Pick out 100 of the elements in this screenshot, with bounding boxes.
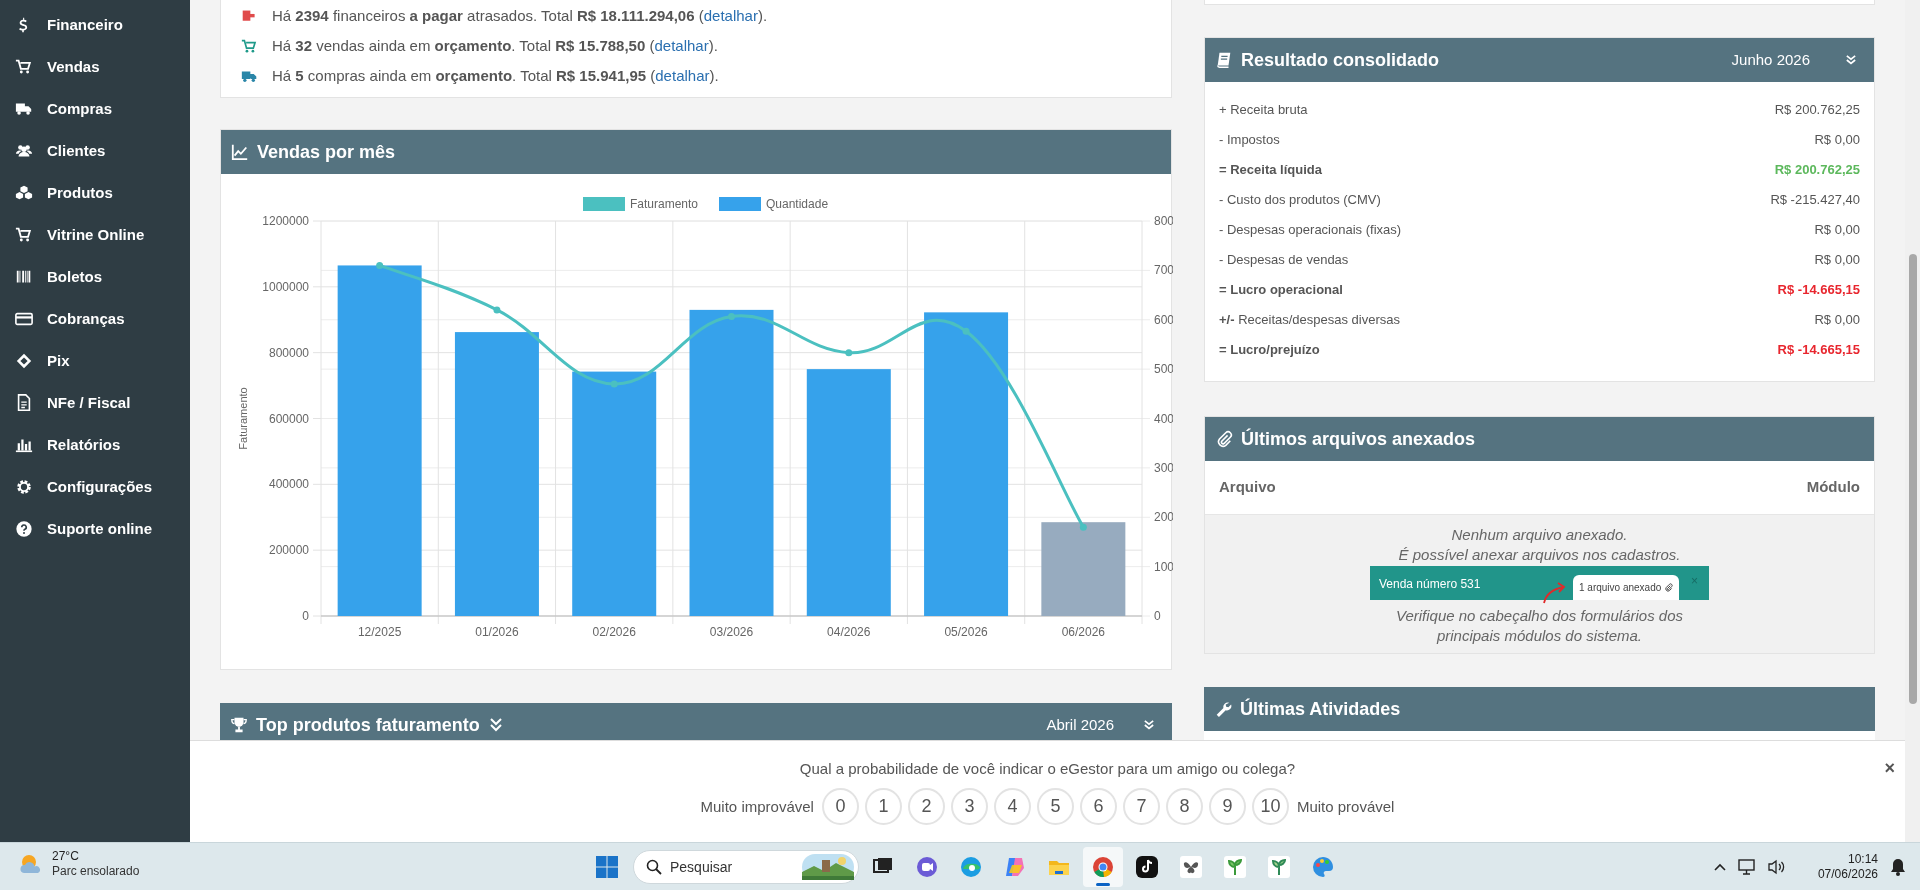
search-field[interactable]: Pesquisar [670, 856, 794, 878]
survey-question: Qual a probabilidade de você indicar o eGestor para um amigo ou colega? [799, 758, 1296, 779]
score-button[interactable]: 1 [864, 788, 902, 826]
sidebar-item[interactable]: Boletos [0, 256, 190, 298]
score-button[interactable]: 6 [1079, 788, 1117, 826]
score-button[interactable]: 2 [907, 788, 945, 826]
legend-swatch [719, 197, 761, 211]
close-button[interactable]: × [1884, 755, 1895, 782]
search-bar[interactable]: Pesquisar [633, 850, 859, 884]
axis-tick-label: 05/2026 [944, 625, 988, 639]
trophy-icon [230, 716, 248, 734]
clock-time[interactable]: 10:14 [1847, 852, 1878, 867]
result-value: R$ -14.665,15 [1777, 281, 1860, 300]
book-icon [1215, 51, 1233, 69]
sidebar-item[interactable]: Configurações [0, 466, 190, 508]
sidebar-item[interactable]: Cobranças [0, 298, 190, 340]
result-label: = Lucro/prejuízo [1219, 341, 1320, 360]
browser-icon [959, 855, 983, 879]
cart-icon [15, 58, 33, 76]
document-icon [15, 394, 33, 412]
hint-text: principais módulos do sistema. [1436, 626, 1643, 646]
panel-title: Resultado consolidado [1241, 48, 1440, 72]
score-button[interactable]: 4 [993, 788, 1031, 826]
sidebar-item[interactable]: Suporte online [0, 508, 190, 550]
column-header: Arquivo [1219, 477, 1276, 498]
axis-tick-label: 500 [1154, 362, 1173, 377]
score-button[interactable]: 0 [821, 788, 859, 826]
scale-label: Muito provável [1296, 796, 1395, 817]
palette-icon [1311, 855, 1335, 879]
column-header: Módulo [1806, 477, 1860, 498]
axis-tick-label: 200000 [268, 543, 309, 558]
panel-title: Vendas por mês [257, 140, 396, 164]
period-label: Abril 2026 [1046, 714, 1114, 735]
detail-link[interactable]: detalhar [703, 6, 758, 24]
axis-tick-label: 06/2026 [1061, 625, 1106, 639]
score-button[interactable]: 5 [1036, 788, 1074, 826]
axis-tick-label: 800 [1154, 214, 1173, 228]
axis-tick-label: 0 [1154, 609, 1161, 623]
help-icon [15, 520, 33, 538]
score-button[interactable]: 7 [1122, 788, 1160, 826]
attachment-tab[interactable]: 1 arquivo anexado [1573, 575, 1680, 600]
sidebar-item[interactable]: Vendas [0, 46, 190, 88]
alert-message: Há 2394 financeiros a pagar atrasados. Total R$ 18.111.294,06 (detalhar). [272, 5, 768, 26]
score-button[interactable]: 10 [1251, 788, 1289, 826]
sidebar-item[interactable]: Compras [0, 88, 190, 130]
monitor-icon[interactable] [1737, 859, 1756, 875]
sidebar-item[interactable]: Financeiro [0, 4, 190, 46]
axis-tick-label: 200 [1154, 510, 1173, 525]
axis-tick-label: 0 [302, 609, 309, 623]
panel-title: Últimas Atividades [1240, 697, 1401, 721]
result-label: +/- Receitas/despesas diversas [1219, 311, 1401, 330]
empty-message: Nenhum arquivo anexado. [1451, 525, 1628, 545]
detail-link[interactable]: detalhar [655, 66, 710, 84]
axis-tick-label: 1200000 [262, 214, 309, 228]
sidebar-item[interactable]: NFe / Fiscal [0, 382, 190, 424]
clock-date[interactable]: 07/06/2026 [1817, 867, 1878, 882]
data-point [610, 380, 618, 388]
result-label: - Despesas operacionais (fixas) [1219, 221, 1402, 240]
sidebar-item[interactable]: Produtos [0, 172, 190, 214]
chevron-up-icon[interactable] [1713, 863, 1726, 871]
paperclip-icon [1215, 430, 1233, 448]
chevron-down-icon[interactable] [1846, 55, 1856, 65]
legend-label: Faturamento [630, 197, 699, 211]
result-label: - Impostos [1219, 131, 1280, 150]
axis-tick-label: 01/2026 [475, 625, 519, 639]
axis-tick-label: 02/2026 [592, 625, 636, 639]
score-button[interactable]: 3 [950, 788, 988, 826]
score-button[interactable]: 9 [1208, 788, 1246, 826]
plant-icon [1267, 855, 1291, 879]
cart-icon [15, 226, 33, 244]
sidebar-item[interactable]: Vitrine Online [0, 214, 190, 256]
browser-icon [1091, 855, 1115, 879]
axis-tick-label: 100 [1154, 559, 1173, 574]
result-value: R$ 0,00 [1814, 221, 1860, 240]
speaker-icon[interactable] [1767, 859, 1786, 875]
chevron-down-icon[interactable] [1144, 720, 1154, 730]
credit-card-icon [15, 310, 33, 328]
axis-tick-label: 400 [1154, 411, 1173, 426]
sidebar-item[interactable]: Pix [0, 340, 190, 382]
weather-text: Parc ensolarado [52, 864, 140, 879]
detail-link[interactable]: detalhar [654, 36, 709, 54]
plant-icon [1223, 855, 1247, 879]
bell-icon[interactable] [1890, 858, 1906, 876]
empty-message: É possível anexar arquivos nos cadastros. [1398, 545, 1681, 565]
result-value: R$ 200.762,25 [1774, 101, 1860, 120]
sidebar-item[interactable]: Clientes [0, 130, 190, 172]
alert-message: Há 5 compras ainda em orçamento. Total R$ 15.941,95 (detalhar). [272, 65, 719, 86]
score-button[interactable]: 8 [1165, 788, 1203, 826]
scale-label: Muito improvável [700, 796, 814, 817]
result-label: = Lucro operacional [1219, 281, 1343, 300]
data-point [728, 312, 735, 320]
result-label: - Custo dos produtos (CMV) [1219, 191, 1381, 210]
result-value: R$ 0,00 [1814, 311, 1860, 330]
paperclip-icon [1664, 583, 1674, 592]
double-chevron-icon [489, 718, 502, 732]
sidebar-item[interactable]: Relatórios [0, 424, 190, 466]
wrench-icon [1214, 700, 1232, 718]
legend-label: Quantidade [766, 197, 829, 211]
data-point [845, 349, 853, 357]
alert-message: Há 32 vendas ainda em orçamento. Total R$ 15.788,50 (detalhar). [272, 35, 718, 56]
